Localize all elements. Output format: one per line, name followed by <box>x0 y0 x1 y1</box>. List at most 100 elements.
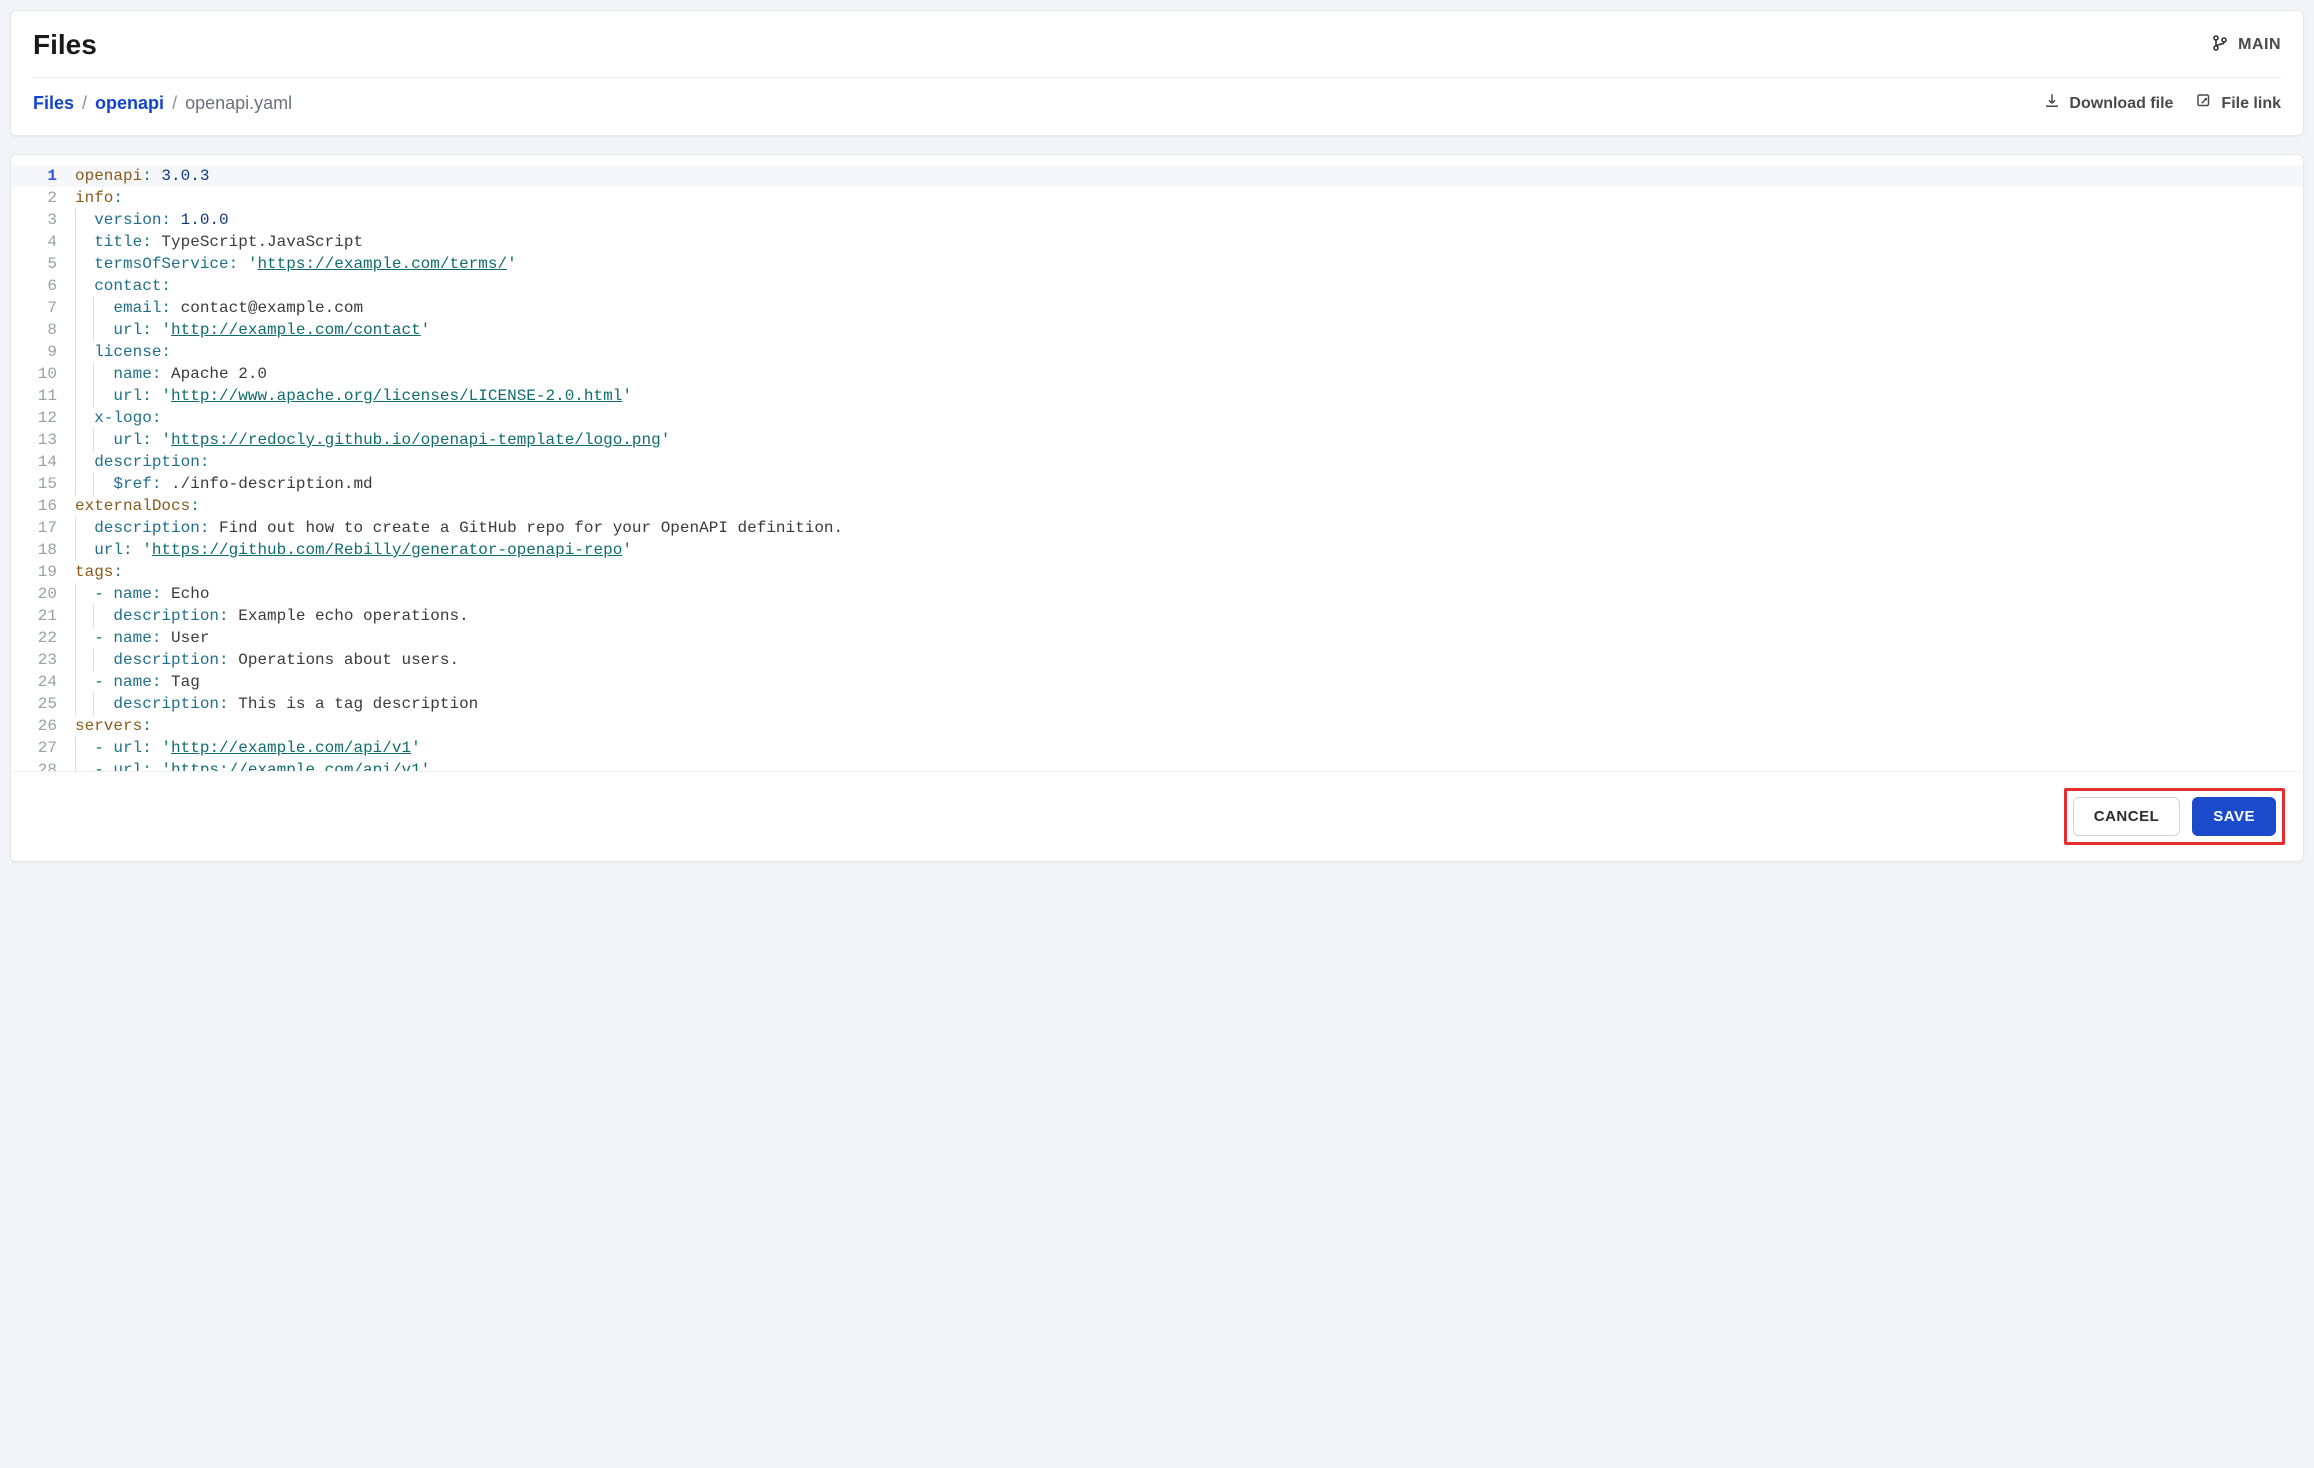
line-content: email: contact@example.com <box>75 297 2303 319</box>
code-line[interactable]: 9 license: <box>11 341 2303 363</box>
code-line[interactable]: 2info: <box>11 187 2303 209</box>
breadcrumb-sep: / <box>172 93 177 114</box>
line-number: 1 <box>11 165 75 187</box>
line-content: url: 'https://redocly.github.io/openapi-… <box>75 429 2303 451</box>
line-content: info: <box>75 187 2303 209</box>
line-content: servers: <box>75 715 2303 737</box>
line-content: tags: <box>75 561 2303 583</box>
file-actions: Download file File link <box>2043 92 2281 115</box>
line-content: url: 'http://example.com/contact' <box>75 319 2303 341</box>
line-content: url: 'http://www.apache.org/licenses/LIC… <box>75 385 2303 407</box>
code-line[interactable]: 16externalDocs: <box>11 495 2303 517</box>
line-number: 2 <box>11 187 75 209</box>
code-line[interactable]: 22 - name: User <box>11 627 2303 649</box>
line-content: description: This is a tag description <box>75 693 2303 715</box>
line-number: 11 <box>11 385 75 407</box>
line-number: 26 <box>11 715 75 737</box>
line-number: 24 <box>11 671 75 693</box>
code-line[interactable]: 17 description: Find out how to create a… <box>11 517 2303 539</box>
code-line[interactable]: 6 contact: <box>11 275 2303 297</box>
line-content: license: <box>75 341 2303 363</box>
line-number: 12 <box>11 407 75 429</box>
code-line[interactable]: 11 url: 'http://www.apache.org/licenses/… <box>11 385 2303 407</box>
code-line[interactable]: 4 title: TypeScript.JavaScript <box>11 231 2303 253</box>
link-icon <box>2195 92 2213 115</box>
branch-selector[interactable]: MAIN <box>2212 34 2281 57</box>
code-line[interactable]: 20 - name: Echo <box>11 583 2303 605</box>
line-number: 5 <box>11 253 75 275</box>
line-content: version: 1.0.0 <box>75 209 2303 231</box>
code-line[interactable]: 15 $ref: ./info-description.md <box>11 473 2303 495</box>
editor-footer: CANCEL SAVE <box>11 771 2303 861</box>
line-content: description: Operations about users. <box>75 649 2303 671</box>
code-line[interactable]: 13 url: 'https://redocly.github.io/opena… <box>11 429 2303 451</box>
code-line[interactable]: 25 description: This is a tag descriptio… <box>11 693 2303 715</box>
line-number: 10 <box>11 363 75 385</box>
code-line[interactable]: 8 url: 'http://example.com/contact' <box>11 319 2303 341</box>
line-number: 25 <box>11 693 75 715</box>
line-number: 23 <box>11 649 75 671</box>
line-content: name: Apache 2.0 <box>75 363 2303 385</box>
code-line[interactable]: 23 description: Operations about users. <box>11 649 2303 671</box>
line-number: 3 <box>11 209 75 231</box>
line-number: 18 <box>11 539 75 561</box>
line-number: 17 <box>11 517 75 539</box>
line-content: - name: Tag <box>75 671 2303 693</box>
save-button[interactable]: SAVE <box>2192 797 2276 836</box>
line-number: 8 <box>11 319 75 341</box>
line-number: 9 <box>11 341 75 363</box>
code-line[interactable]: 28 - url: 'https://example.com/api/v1' <box>11 759 2303 771</box>
line-number: 20 <box>11 583 75 605</box>
line-content: contact: <box>75 275 2303 297</box>
line-content: title: TypeScript.JavaScript <box>75 231 2303 253</box>
cancel-button[interactable]: CANCEL <box>2073 797 2181 836</box>
line-number: 14 <box>11 451 75 473</box>
code-line[interactable]: 14 description: <box>11 451 2303 473</box>
code-line[interactable]: 5 termsOfService: 'https://example.com/t… <box>11 253 2303 275</box>
line-content: termsOfService: 'https://example.com/ter… <box>75 253 2303 275</box>
button-highlight: CANCEL SAVE <box>2064 788 2285 845</box>
line-number: 16 <box>11 495 75 517</box>
code-line[interactable]: 27 - url: 'http://example.com/api/v1' <box>11 737 2303 759</box>
header-panel: Files MAIN Files / openapi / openapi.yam… <box>10 10 2304 136</box>
line-content: x-logo: <box>75 407 2303 429</box>
code-line[interactable]: 26servers: <box>11 715 2303 737</box>
code-line[interactable]: 12 x-logo: <box>11 407 2303 429</box>
code-line[interactable]: 21 description: Example echo operations. <box>11 605 2303 627</box>
line-content: - name: Echo <box>75 583 2303 605</box>
line-number: 22 <box>11 627 75 649</box>
code-line[interactable]: 7 email: contact@example.com <box>11 297 2303 319</box>
line-number: 15 <box>11 473 75 495</box>
line-number: 6 <box>11 275 75 297</box>
line-content: - url: 'https://example.com/api/v1' <box>75 759 2303 771</box>
download-icon <box>2043 92 2061 115</box>
breadcrumb-folder[interactable]: openapi <box>95 93 164 114</box>
filelink-label: File link <box>2221 95 2281 113</box>
line-content: url: 'https://github.com/Rebilly/generat… <box>75 539 2303 561</box>
code-line[interactable]: 3 version: 1.0.0 <box>11 209 2303 231</box>
line-content: - name: User <box>75 627 2303 649</box>
page-title: Files <box>33 29 97 61</box>
line-content: externalDocs: <box>75 495 2303 517</box>
breadcrumb-sep: / <box>82 93 87 114</box>
line-content: description: Example echo operations. <box>75 605 2303 627</box>
code-editor[interactable]: 1openapi: 3.0.32info:3 version: 1.0.04 t… <box>11 155 2303 771</box>
line-content: openapi: 3.0.3 <box>75 165 2303 187</box>
code-line[interactable]: 10 name: Apache 2.0 <box>11 363 2303 385</box>
line-number: 27 <box>11 737 75 759</box>
code-line[interactable]: 19tags: <box>11 561 2303 583</box>
breadcrumb-root[interactable]: Files <box>33 93 74 114</box>
branch-label: MAIN <box>2238 36 2281 54</box>
line-content: description: <box>75 451 2303 473</box>
file-link-button[interactable]: File link <box>2195 92 2281 115</box>
download-file-button[interactable]: Download file <box>2043 92 2173 115</box>
code-line[interactable]: 24 - name: Tag <box>11 671 2303 693</box>
breadcrumb-file: openapi.yaml <box>185 93 292 114</box>
line-content: description: Find out how to create a Gi… <box>75 517 2303 539</box>
code-line[interactable]: 1openapi: 3.0.3 <box>11 165 2303 187</box>
code-line[interactable]: 18 url: 'https://github.com/Rebilly/gene… <box>11 539 2303 561</box>
line-content: - url: 'http://example.com/api/v1' <box>75 737 2303 759</box>
breadcrumb: Files / openapi / openapi.yaml <box>33 93 292 114</box>
editor-panel: 1openapi: 3.0.32info:3 version: 1.0.04 t… <box>10 154 2304 862</box>
branch-icon <box>2212 34 2228 57</box>
